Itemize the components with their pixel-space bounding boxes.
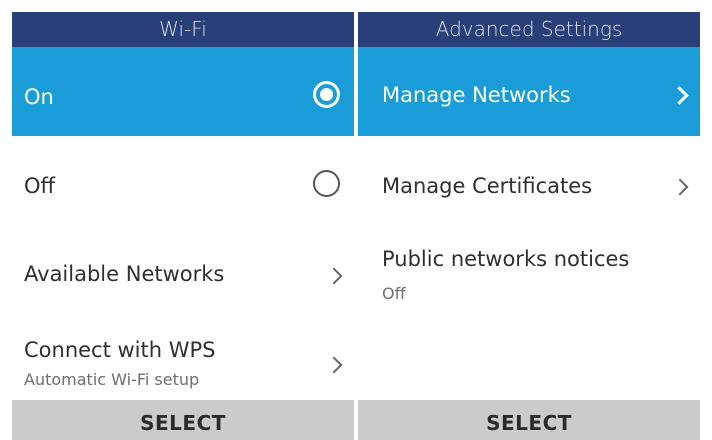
available-networks-item[interactable]: Available Networks bbox=[12, 225, 354, 314]
radio-checked-icon bbox=[313, 81, 340, 108]
chevron-right-icon bbox=[671, 178, 689, 196]
screen-title: Wi-Fi bbox=[12, 12, 354, 47]
item-label: Connect with WPS bbox=[24, 338, 216, 362]
screen-title: Advanced Settings bbox=[358, 12, 700, 47]
item-sublabel: Off bbox=[382, 284, 406, 303]
manage-networks-item[interactable]: Manage Networks bbox=[358, 47, 700, 136]
chevron-right-icon bbox=[670, 86, 689, 105]
radio-unchecked-icon bbox=[313, 170, 340, 197]
manage-certificates-item[interactable]: Manage Certificates bbox=[358, 136, 700, 225]
wifi-screen: Wi-Fi On Off Available Networks Connect … bbox=[0, 0, 354, 440]
option-label: Off bbox=[24, 174, 55, 198]
option-label: On bbox=[24, 85, 54, 109]
select-softkey[interactable]: SELECT bbox=[358, 400, 700, 440]
wifi-off-option[interactable]: Off bbox=[12, 136, 354, 225]
chevron-right-icon bbox=[325, 267, 343, 285]
public-networks-notices-item[interactable]: Public networks notices Off bbox=[358, 225, 700, 400]
item-label: Public networks notices bbox=[382, 247, 630, 271]
wifi-on-option[interactable]: On bbox=[12, 47, 354, 136]
connect-wps-item[interactable]: Connect with WPS Automatic Wi-Fi setup bbox=[12, 314, 354, 400]
item-label: Available Networks bbox=[24, 262, 225, 286]
item-label: Manage Certificates bbox=[382, 174, 593, 198]
select-softkey[interactable]: SELECT bbox=[12, 400, 354, 440]
chevron-right-icon bbox=[325, 356, 343, 374]
advanced-settings-screen: Advanced Settings Manage Networks Manage… bbox=[358, 0, 712, 440]
item-label: Manage Networks bbox=[382, 83, 571, 107]
item-sublabel: Automatic Wi-Fi setup bbox=[24, 370, 200, 389]
